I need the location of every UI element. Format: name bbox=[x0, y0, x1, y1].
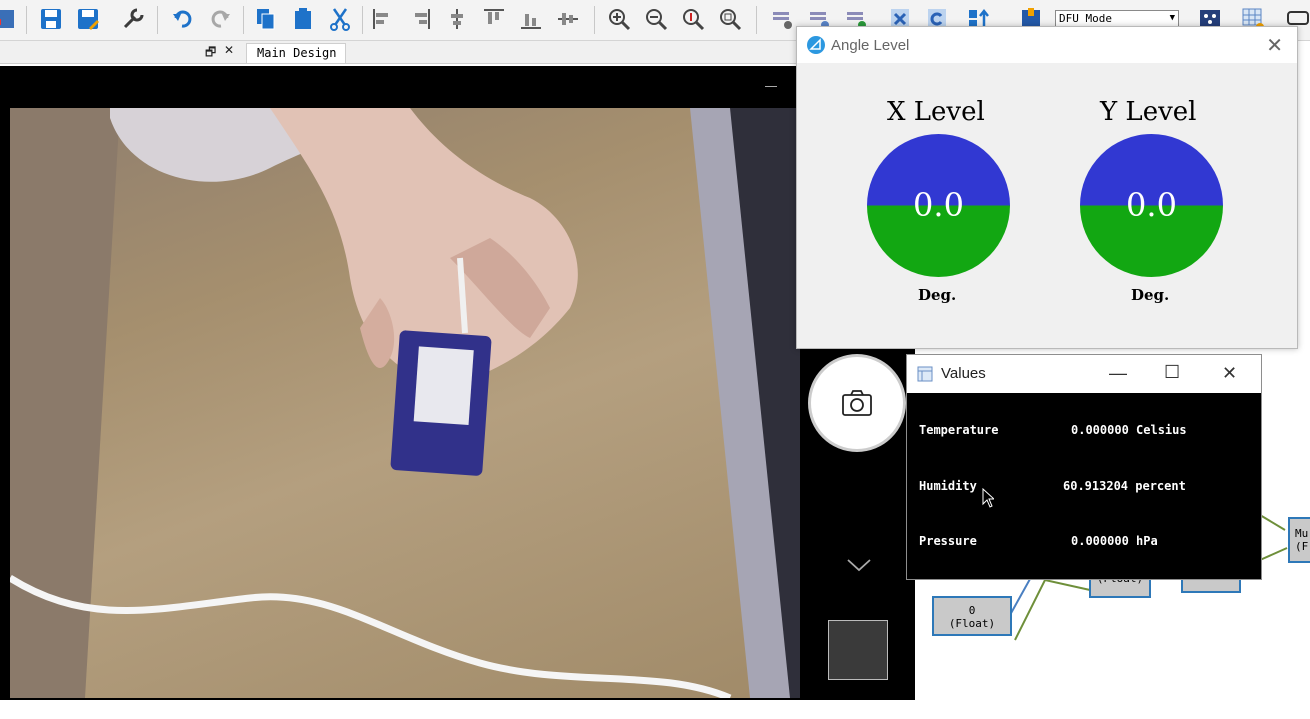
window-title: Angle Level bbox=[831, 37, 910, 54]
close-icon[interactable]: ✕ bbox=[1266, 33, 1283, 58]
close-icon[interactable]: ✕ bbox=[1222, 363, 1237, 384]
camera-minimize[interactable] bbox=[765, 86, 777, 87]
paste-icon[interactable] bbox=[290, 6, 316, 32]
mode-select-value: DFU Mode bbox=[1059, 12, 1112, 25]
align-top-icon[interactable] bbox=[481, 6, 507, 32]
last-capture-thumbnail[interactable] bbox=[828, 620, 888, 680]
align-middle-icon[interactable] bbox=[555, 6, 581, 32]
minimize-icon[interactable]: — bbox=[1109, 363, 1127, 384]
camera-icon bbox=[842, 390, 872, 416]
align-bottom-icon[interactable] bbox=[518, 6, 544, 32]
node-type: (F bbox=[1295, 540, 1309, 553]
side-panel-header: 🗗 ✕ bbox=[0, 41, 243, 64]
mode-select[interactable]: DFU Mode ▼ bbox=[1055, 10, 1179, 27]
undo-icon[interactable] bbox=[170, 6, 196, 32]
y-level-gauge: 0.0 bbox=[1080, 134, 1223, 277]
copy-icon[interactable] bbox=[253, 6, 279, 32]
zoom-in-icon[interactable] bbox=[606, 6, 632, 32]
values-titlebar[interactable]: Values — ☐ ✕ bbox=[907, 355, 1261, 393]
x-level-label: X Level bbox=[887, 97, 985, 127]
camera-view bbox=[0, 66, 915, 700]
angle-level-window: Angle Level ✕ X Level 0.0 Deg. Y Level 0… bbox=[796, 26, 1298, 349]
diagram-node-multiply[interactable]: Mu (F bbox=[1288, 517, 1310, 563]
y-level-label: Y Level bbox=[1100, 97, 1197, 127]
value-name: Pressure bbox=[919, 534, 977, 548]
zoom-out-icon[interactable] bbox=[643, 6, 669, 32]
save-icon[interactable] bbox=[38, 6, 64, 32]
y-level-unit: Deg. bbox=[1131, 286, 1170, 304]
window-icon bbox=[917, 366, 933, 382]
value-reading: 60.913204 percent bbox=[1063, 479, 1186, 493]
maximize-icon[interactable]: ☐ bbox=[1164, 362, 1180, 383]
app-menu-icon[interactable] bbox=[0, 6, 18, 32]
camera-preview bbox=[10, 108, 800, 698]
level-app-icon bbox=[807, 36, 825, 54]
build-settings-icon[interactable] bbox=[770, 6, 796, 32]
wrench-icon[interactable] bbox=[120, 6, 146, 32]
angle-level-titlebar[interactable]: Angle Level ✕ bbox=[797, 27, 1297, 63]
save-as-icon[interactable] bbox=[75, 6, 101, 32]
value-name: Temperature bbox=[919, 423, 999, 437]
node-type: (Float) bbox=[948, 617, 996, 630]
node-name: Mu bbox=[1295, 527, 1309, 540]
values-window: Values — ☐ ✕ Temperature 0.000000 Celsiu… bbox=[906, 354, 1262, 580]
value-reading: 0.000000 hPa bbox=[1071, 534, 1158, 548]
node-value: 0 bbox=[968, 604, 976, 617]
y-level-value: 0.0 bbox=[1126, 186, 1177, 224]
chevron-down-icon: ▼ bbox=[1169, 13, 1175, 23]
value-name: Humidity bbox=[919, 479, 977, 493]
float-panel-icon[interactable]: 🗗 bbox=[205, 43, 216, 64]
zoom-fit-icon[interactable] bbox=[717, 6, 743, 32]
redo-icon[interactable] bbox=[207, 6, 233, 32]
align-right-icon[interactable] bbox=[407, 6, 433, 32]
zoom-actual-icon[interactable] bbox=[680, 6, 706, 32]
tab-main-design[interactable]: Main Design bbox=[246, 43, 346, 63]
x-level-unit: Deg. bbox=[918, 286, 957, 304]
close-panel-icon[interactable]: ✕ bbox=[224, 43, 234, 57]
mouse-cursor-icon bbox=[982, 488, 994, 508]
diagram-node-constant[interactable]: 0 (Float) bbox=[932, 596, 1012, 636]
x-level-gauge: 0.0 bbox=[867, 134, 1010, 277]
window-title: Values bbox=[941, 365, 986, 382]
align-center-icon[interactable] bbox=[444, 6, 470, 32]
x-level-value: 0.0 bbox=[913, 186, 964, 224]
cut-icon[interactable] bbox=[327, 6, 353, 32]
editor-tab-bar: Main Design bbox=[243, 41, 803, 64]
capture-button[interactable] bbox=[811, 357, 903, 449]
align-left-icon[interactable] bbox=[370, 6, 396, 32]
value-reading: 0.000000 Celsius bbox=[1071, 423, 1187, 437]
chevron-down-icon[interactable] bbox=[846, 557, 872, 573]
camera-image bbox=[10, 108, 800, 698]
